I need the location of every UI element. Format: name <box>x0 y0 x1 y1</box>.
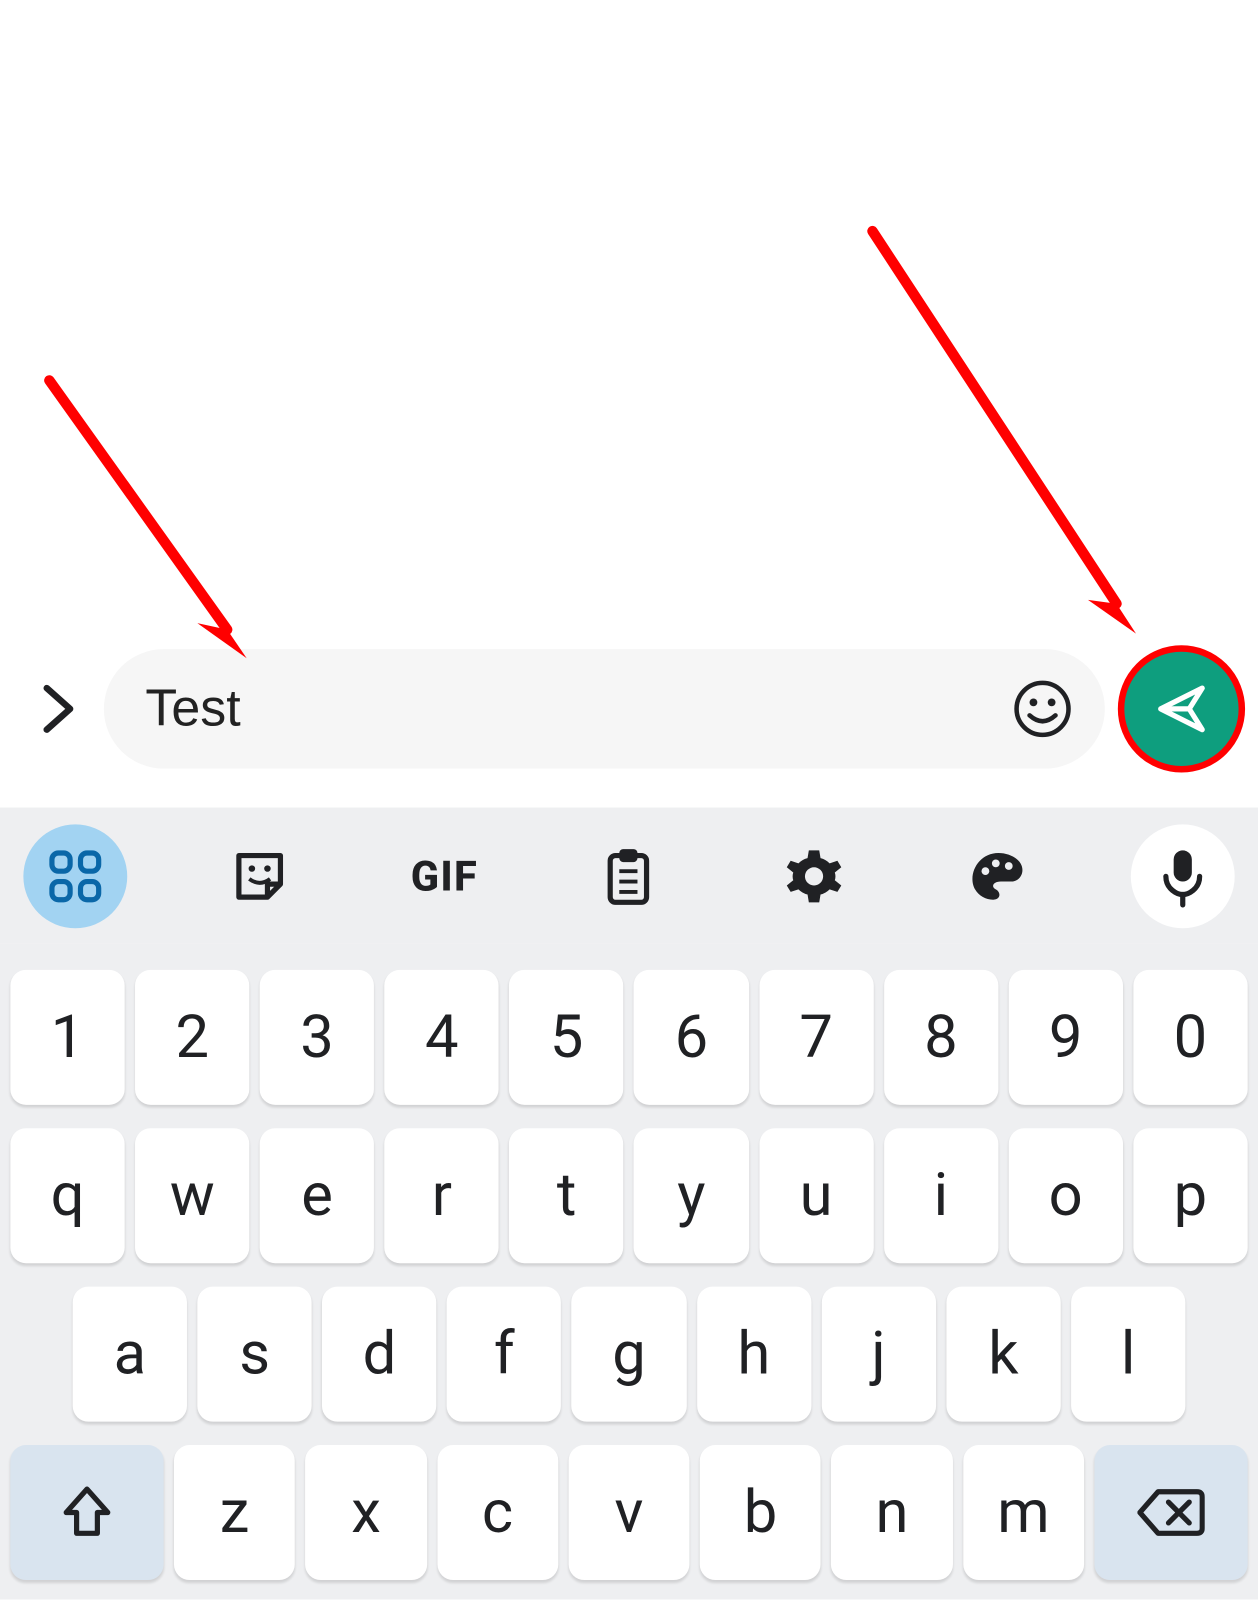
key-8[interactable]: 8 <box>884 970 998 1105</box>
keyboard-row-4: zxcvbnm <box>5 1445 1253 1580</box>
settings-gear-icon[interactable] <box>762 824 866 928</box>
key-w[interactable]: w <box>135 1128 249 1263</box>
emoji-icon[interactable] <box>1009 675 1077 743</box>
keyboard-row-2: qwertyuiop <box>5 1128 1253 1263</box>
apps-grid-icon[interactable] <box>23 824 127 928</box>
key-v[interactable]: v <box>568 1445 689 1580</box>
key-b[interactable]: b <box>700 1445 821 1580</box>
shift-key[interactable] <box>10 1445 163 1580</box>
key-6[interactable]: 6 <box>634 970 748 1105</box>
message-input[interactable] <box>145 680 1008 738</box>
key-9[interactable]: 9 <box>1008 970 1122 1105</box>
annotation-arrow-send <box>857 221 1156 649</box>
key-0[interactable]: 0 <box>1133 970 1247 1105</box>
key-e[interactable]: e <box>260 1128 374 1263</box>
key-l[interactable]: l <box>1071 1287 1185 1422</box>
key-s[interactable]: s <box>197 1287 311 1422</box>
key-j[interactable]: j <box>821 1287 935 1422</box>
message-input-row <box>0 639 1258 779</box>
key-d[interactable]: d <box>322 1287 436 1422</box>
key-u[interactable]: u <box>759 1128 873 1263</box>
keyboard: 1234567890 qwertyuiop asdfghjkl zxcvbnm <box>0 944 1258 1600</box>
palette-icon[interactable] <box>946 824 1050 928</box>
key-g[interactable]: g <box>572 1287 686 1422</box>
key-5[interactable]: 5 <box>509 970 623 1105</box>
key-m[interactable]: m <box>963 1445 1084 1580</box>
clipboard-icon[interactable] <box>577 824 681 928</box>
shift-icon <box>61 1484 113 1541</box>
keyboard-row-3: asdfghjkl <box>5 1287 1253 1422</box>
message-input-container <box>104 649 1105 768</box>
send-button[interactable] <box>1123 650 1240 767</box>
key-p[interactable]: p <box>1133 1128 1247 1263</box>
key-3[interactable]: 3 <box>260 970 374 1105</box>
key-h[interactable]: h <box>697 1287 811 1422</box>
key-q[interactable]: q <box>10 1128 124 1263</box>
key-y[interactable]: y <box>634 1128 748 1263</box>
keyboard-row-1: 1234567890 <box>5 970 1253 1105</box>
gif-button[interactable]: GIF <box>392 824 496 928</box>
key-4[interactable]: 4 <box>385 970 499 1105</box>
send-button-container <box>1118 645 1245 772</box>
key-x[interactable]: x <box>305 1445 426 1580</box>
expand-chevron-icon[interactable] <box>26 683 91 735</box>
key-n[interactable]: n <box>831 1445 952 1580</box>
sticker-icon[interactable] <box>208 824 312 928</box>
key-1[interactable]: 1 <box>10 970 124 1105</box>
key-7[interactable]: 7 <box>759 970 873 1105</box>
key-r[interactable]: r <box>385 1128 499 1263</box>
key-i[interactable]: i <box>884 1128 998 1263</box>
key-t[interactable]: t <box>509 1128 623 1263</box>
annotation-arrow-input <box>39 370 260 669</box>
backspace-key[interactable] <box>1094 1445 1247 1580</box>
key-o[interactable]: o <box>1008 1128 1122 1263</box>
gif-label: GIF <box>411 851 478 900</box>
key-2[interactable]: 2 <box>135 970 249 1105</box>
key-c[interactable]: c <box>437 1445 558 1580</box>
key-k[interactable]: k <box>946 1287 1060 1422</box>
backspace-icon <box>1137 1487 1205 1539</box>
keyboard-toolbar: GIF <box>0 808 1258 944</box>
key-a[interactable]: a <box>73 1287 187 1422</box>
key-z[interactable]: z <box>174 1445 295 1580</box>
mic-icon[interactable] <box>1131 824 1235 928</box>
key-f[interactable]: f <box>447 1287 561 1422</box>
